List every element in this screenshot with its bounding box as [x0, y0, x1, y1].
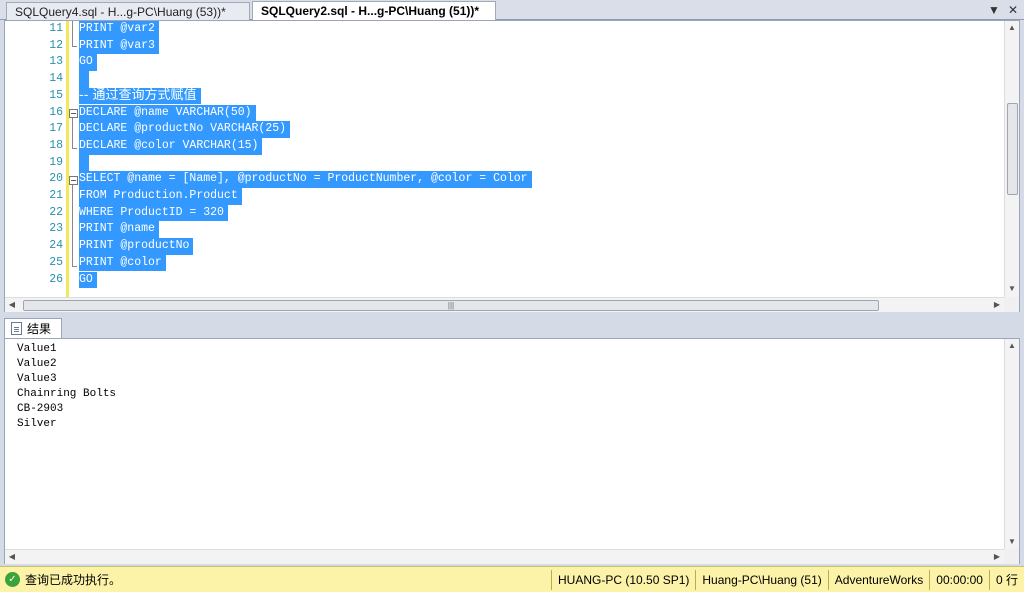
- tab-sqlquery2[interactable]: SQLQuery2.sql - H...g-PC\Huang (51))*: [252, 1, 496, 21]
- code-line[interactable]: PRINT @var3: [79, 37, 159, 55]
- close-tab-icon[interactable]: ✕: [1008, 3, 1018, 17]
- line-number: 19: [49, 155, 63, 169]
- code-line-text: FROM Production.Product: [79, 188, 242, 205]
- code-line[interactable]: DECLARE @name VARCHAR(50): [79, 104, 256, 122]
- query-editor[interactable]: 11 12 13 14 15 16 17 18 19 20 21 22 23 24 25 26 − − PRI…: [4, 20, 1020, 312]
- code-line-text: PRINT @name: [79, 221, 159, 239]
- code-line[interactable]: GO: [79, 54, 97, 72]
- code-line-text: PRINT @var3: [79, 37, 159, 55]
- code-line[interactable]: SELECT @name = [Name], @productNo = Prod…: [79, 171, 532, 188]
- scroll-left-icon[interactable]: ◀: [5, 298, 19, 312]
- line-number: 23: [49, 222, 63, 236]
- code-line-text: PRINT @color: [79, 254, 166, 272]
- code-line[interactable]: DECLARE @color VARCHAR(15): [79, 137, 263, 155]
- message-line: Value1: [17, 343, 57, 355]
- tab-strip-controls: ▼ ✕: [988, 2, 1018, 18]
- code-line[interactable]: WHERE ProductID = 320: [79, 204, 228, 222]
- scroll-right-icon[interactable]: ▶: [990, 550, 1004, 564]
- line-number: 20: [49, 172, 63, 186]
- status-server: HUANG-PC (10.50 SP1): [551, 569, 695, 590]
- success-check-icon: ✓: [5, 572, 20, 587]
- status-elapsed: 00:00:00: [929, 569, 989, 590]
- code-line-text: PRINT @var2: [79, 21, 159, 38]
- message-line: Value3: [17, 373, 57, 385]
- scroll-up-icon[interactable]: ▲: [1005, 339, 1019, 353]
- editor-vertical-scrollbar[interactable]: ▲ ▼: [1004, 21, 1019, 297]
- line-number-gutter: 11 12 13 14 15 16 17 18 19 20 21 22 23 24 25 26: [5, 21, 65, 297]
- code-line[interactable]: [79, 154, 89, 172]
- tab-sqlquery4[interactable]: SQLQuery4.sql - H...g-PC\Huang (53))*: [6, 2, 250, 20]
- scroll-right-icon[interactable]: ▶: [990, 298, 1004, 312]
- scroll-down-icon[interactable]: ▼: [1005, 535, 1019, 549]
- line-number: 26: [49, 272, 63, 286]
- line-number: 11: [49, 22, 63, 35]
- code-line-text: -- 通过查询方式赋值: [79, 87, 201, 105]
- collapse-region-icon[interactable]: −: [69, 176, 78, 185]
- results-vertical-scrollbar[interactable]: ▲ ▼: [1004, 339, 1019, 549]
- outlining-margin: − −: [69, 21, 78, 297]
- code-line-text: DECLARE @productNo VARCHAR(25): [79, 121, 291, 138]
- editor-horizontal-scrollbar[interactable]: ◀ ||| ▶: [5, 297, 1005, 312]
- code-line[interactable]: -- 通过查询方式赋值: [79, 87, 201, 105]
- tab-results[interactable]: 结果: [4, 318, 62, 338]
- code-line[interactable]: DECLARE @productNo VARCHAR(25): [79, 121, 291, 138]
- results-tab-label: 结果: [27, 322, 52, 336]
- code-line[interactable]: PRINT @var2: [79, 21, 159, 38]
- message-line: Chainring Bolts: [17, 388, 117, 400]
- code-line-text: GO: [79, 54, 97, 72]
- tab-list-dropdown-icon[interactable]: ▼: [988, 3, 1000, 17]
- document-tab-strip: SQLQuery4.sql - H...g-PC\Huang (53))* SQ…: [0, 0, 1024, 21]
- collapse-region-icon[interactable]: −: [69, 109, 78, 118]
- line-number: 21: [49, 189, 63, 202]
- code-line-text: [79, 71, 89, 88]
- code-line[interactable]: PRINT @productNo: [79, 238, 194, 255]
- code-line[interactable]: PRINT @name: [79, 221, 159, 239]
- status-login: Huang-PC\Huang (51): [695, 569, 827, 590]
- code-line[interactable]: GO: [79, 271, 97, 289]
- code-line-text: DECLARE @name VARCHAR(50): [79, 104, 256, 122]
- code-line-text: WHERE ProductID = 320: [79, 204, 228, 222]
- status-message-text: 查询已成功执行。: [25, 573, 122, 587]
- results-tab-strip: 结果: [0, 316, 1024, 338]
- code-line-text: GO: [79, 271, 97, 289]
- code-line[interactable]: PRINT @color: [79, 254, 166, 272]
- status-bar: ✓ 查询已成功执行。 HUANG-PC (10.50 SP1) Huang-PC…: [0, 566, 1024, 592]
- code-line-text: [79, 154, 89, 172]
- line-number: 15: [49, 88, 63, 102]
- scroll-left-icon[interactable]: ◀: [5, 550, 19, 564]
- status-database: AdventureWorks: [827, 569, 929, 590]
- horizontal-scroll-thumb[interactable]: |||: [23, 300, 879, 311]
- line-number: 18: [49, 138, 63, 152]
- code-line[interactable]: FROM Production.Product: [79, 188, 242, 205]
- code-line[interactable]: [79, 71, 89, 88]
- code-line-text: DECLARE @color VARCHAR(15): [79, 137, 263, 155]
- results-document-icon: [11, 322, 22, 335]
- status-rows: 0 行: [988, 569, 1024, 590]
- line-number: 24: [49, 239, 63, 253]
- vertical-scroll-thumb[interactable]: [1007, 103, 1018, 195]
- line-number: 16: [49, 105, 63, 119]
- line-number: 12: [49, 38, 63, 52]
- code-area[interactable]: PRINT @var2 PRINT @var3 GO -- 通过查询方式赋值 DECLA…: [79, 21, 1005, 297]
- code-line-text: PRINT @productNo: [79, 238, 194, 255]
- scroll-up-icon[interactable]: ▲: [1005, 21, 1019, 35]
- line-number: 14: [49, 72, 63, 86]
- status-message: ✓ 查询已成功执行。: [0, 571, 551, 588]
- line-number: 25: [49, 255, 63, 269]
- scrollbar-corner: [1004, 297, 1019, 312]
- message-line: CB-2903: [17, 403, 64, 415]
- line-number: 17: [49, 122, 63, 136]
- code-line-text: SELECT @name = [Name], @productNo = Prod…: [79, 171, 532, 188]
- scrollbar-corner: [1004, 549, 1019, 564]
- message-line: Silver: [17, 418, 57, 430]
- results-pane[interactable]: Value1 Value2 Value3 Chainring Bolts CB-2903…: [4, 338, 1020, 564]
- line-number: 22: [49, 205, 63, 219]
- line-number: 13: [49, 55, 63, 69]
- message-line: Value2: [17, 358, 57, 370]
- results-horizontal-scrollbar[interactable]: ◀ ▶: [5, 549, 1005, 564]
- scroll-down-icon[interactable]: ▼: [1005, 282, 1019, 296]
